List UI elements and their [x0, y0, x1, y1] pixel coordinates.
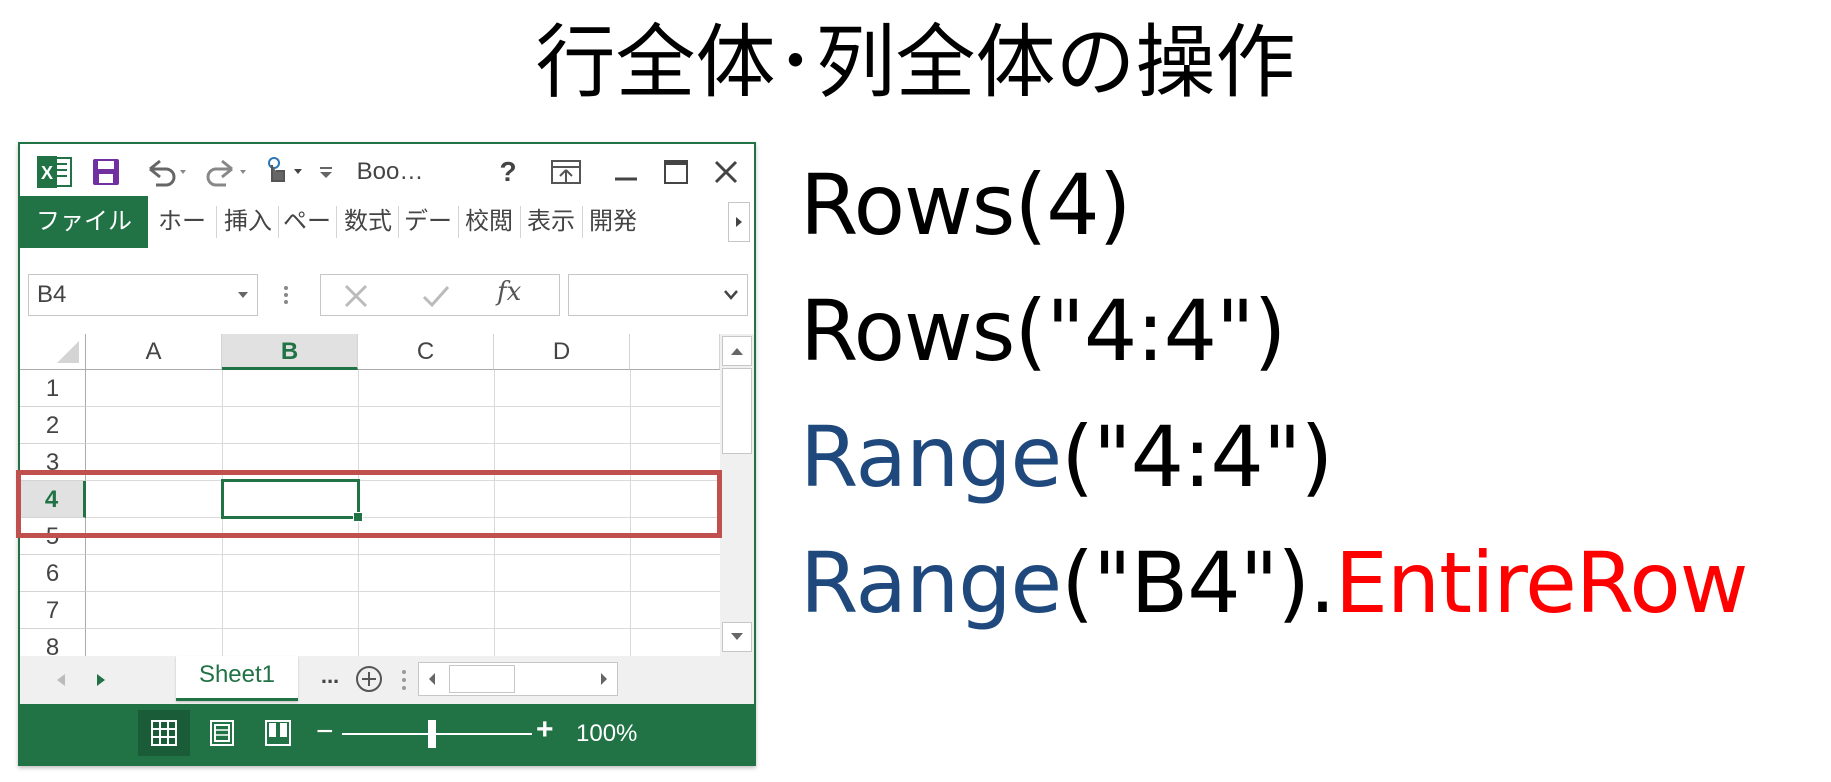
- tab-view[interactable]: 表示: [522, 196, 580, 248]
- tab-formulas[interactable]: 数式: [340, 196, 396, 248]
- code-line-rows-range: Rows("4:4"): [800, 276, 1286, 386]
- row-header-7[interactable]: 7: [20, 592, 86, 629]
- scroll-left-icon[interactable]: [427, 672, 437, 686]
- ribbon-scroll-right-button[interactable]: [728, 202, 750, 242]
- formula-input[interactable]: [568, 274, 748, 316]
- window-title: Boo…: [356, 158, 424, 185]
- column-header-c[interactable]: C: [358, 334, 494, 370]
- more-sheets-button[interactable]: ...: [312, 660, 348, 696]
- page-layout-view-icon[interactable]: [196, 710, 248, 756]
- code-line-rows-4: Rows(4): [800, 150, 1131, 260]
- sheet-prev-icon[interactable]: [54, 672, 68, 688]
- tab-developer[interactable]: 開発: [584, 196, 642, 248]
- code-keyword-range: Range: [800, 408, 1062, 506]
- grid-line: [86, 554, 720, 555]
- row-header-1[interactable]: 1: [20, 370, 86, 407]
- tab-home[interactable]: ホー: [152, 196, 212, 248]
- code-keyword-entirerow: EntireRow: [1334, 534, 1749, 632]
- excel-logo-icon: X: [32, 152, 76, 192]
- excel-window: X Boo… ? ファイル ホー 挿入 ペー 数式 デー 校閲 表示 開発 B4…: [18, 142, 756, 766]
- formula-bar: B4 fx: [20, 270, 754, 320]
- minimize-icon[interactable]: [606, 152, 646, 192]
- help-icon[interactable]: ?: [490, 152, 526, 192]
- horizontal-scroll-thumb[interactable]: [449, 665, 515, 693]
- name-box-value: B4: [37, 281, 67, 308]
- tab-insert[interactable]: 挿入: [220, 196, 276, 248]
- vertical-scrollbar[interactable]: [720, 334, 754, 656]
- code-text: Rows(4): [800, 156, 1131, 254]
- ribbon-display-options-icon[interactable]: [546, 152, 586, 192]
- tab-page-layout[interactable]: ペー: [280, 196, 334, 248]
- splitter-handle-icon[interactable]: [400, 668, 408, 692]
- column-header-a[interactable]: A: [86, 334, 222, 370]
- touch-mode-icon[interactable]: [258, 152, 310, 192]
- scroll-down-button[interactable]: [722, 622, 752, 652]
- chevron-down-icon[interactable]: [723, 289, 739, 301]
- tab-separator: [520, 206, 521, 238]
- more-options-icon[interactable]: [276, 280, 296, 310]
- scroll-up-button[interactable]: [722, 336, 752, 366]
- column-header-e[interactable]: [630, 334, 720, 370]
- maximize-icon[interactable]: [656, 152, 696, 192]
- code-keyword-range: Range: [800, 534, 1062, 632]
- scroll-thumb[interactable]: [722, 368, 752, 454]
- code-line-range-row: Range("4:4"): [800, 402, 1333, 512]
- normal-view-icon[interactable]: [138, 710, 190, 756]
- cancel-icon[interactable]: [343, 283, 369, 309]
- redo-icon[interactable]: [200, 152, 252, 192]
- code-text: Rows("4:4"): [800, 282, 1286, 380]
- grid-line: [86, 406, 720, 407]
- name-box[interactable]: B4: [28, 274, 258, 316]
- row-4-highlight: [16, 470, 722, 538]
- status-bar: − + 100%: [20, 704, 754, 764]
- page-break-preview-icon[interactable]: [252, 710, 304, 756]
- horizontal-scrollbar[interactable]: [418, 662, 618, 696]
- slide-title: 行全体･列全体の操作: [535, 16, 1296, 109]
- tab-separator: [582, 206, 583, 238]
- tab-separator: [278, 206, 279, 238]
- grid-line: [86, 591, 720, 592]
- tab-file[interactable]: ファイル: [20, 196, 148, 248]
- column-header-d[interactable]: D: [494, 334, 630, 370]
- customize-qat-icon[interactable]: [314, 152, 338, 192]
- insert-function-icon[interactable]: fx: [497, 277, 521, 307]
- zoom-slider-track[interactable]: [342, 733, 532, 735]
- code-text: ("B4").: [1061, 534, 1336, 632]
- tab-separator: [458, 206, 459, 238]
- tab-separator: [398, 206, 399, 238]
- sheet-next-icon[interactable]: [94, 672, 108, 688]
- save-icon[interactable]: [86, 152, 126, 192]
- chevron-down-icon: [238, 292, 248, 298]
- code-text: ("4:4"): [1061, 408, 1333, 506]
- grid-line: [86, 628, 720, 629]
- tab-review[interactable]: 校閲: [460, 196, 518, 248]
- zoom-in-button[interactable]: +: [536, 712, 554, 748]
- column-header-b[interactable]: B: [222, 334, 358, 370]
- sheet-tab-sheet1[interactable]: Sheet1: [176, 656, 298, 701]
- formula-buttons: fx: [320, 274, 560, 316]
- zoom-level[interactable]: 100%: [576, 716, 637, 752]
- grid-line: [86, 443, 720, 444]
- tab-separator: [336, 206, 337, 238]
- tab-separator: [216, 206, 217, 238]
- close-icon[interactable]: [706, 152, 746, 192]
- undo-icon[interactable]: [140, 152, 192, 192]
- zoom-out-button[interactable]: −: [316, 714, 334, 750]
- sheet-tabs-bar: Sheet1 ...: [20, 656, 754, 704]
- enter-check-icon[interactable]: [421, 283, 451, 309]
- row-header-8[interactable]: 8: [20, 629, 86, 656]
- select-all-button[interactable]: [20, 334, 86, 370]
- scroll-right-icon[interactable]: [599, 672, 609, 686]
- tab-data[interactable]: デー: [400, 196, 456, 248]
- row-header-2[interactable]: 2: [20, 407, 86, 444]
- zoom-slider-thumb[interactable]: [428, 720, 436, 748]
- row-header-6[interactable]: 6: [20, 555, 86, 592]
- add-sheet-icon[interactable]: [354, 664, 384, 694]
- ribbon-tabs: ファイル ホー 挿入 ペー 数式 デー 校閲 表示 開発: [20, 196, 754, 248]
- svg-text:X: X: [41, 163, 53, 183]
- code-line-entirerow: Range("B4").EntireRow: [800, 528, 1749, 638]
